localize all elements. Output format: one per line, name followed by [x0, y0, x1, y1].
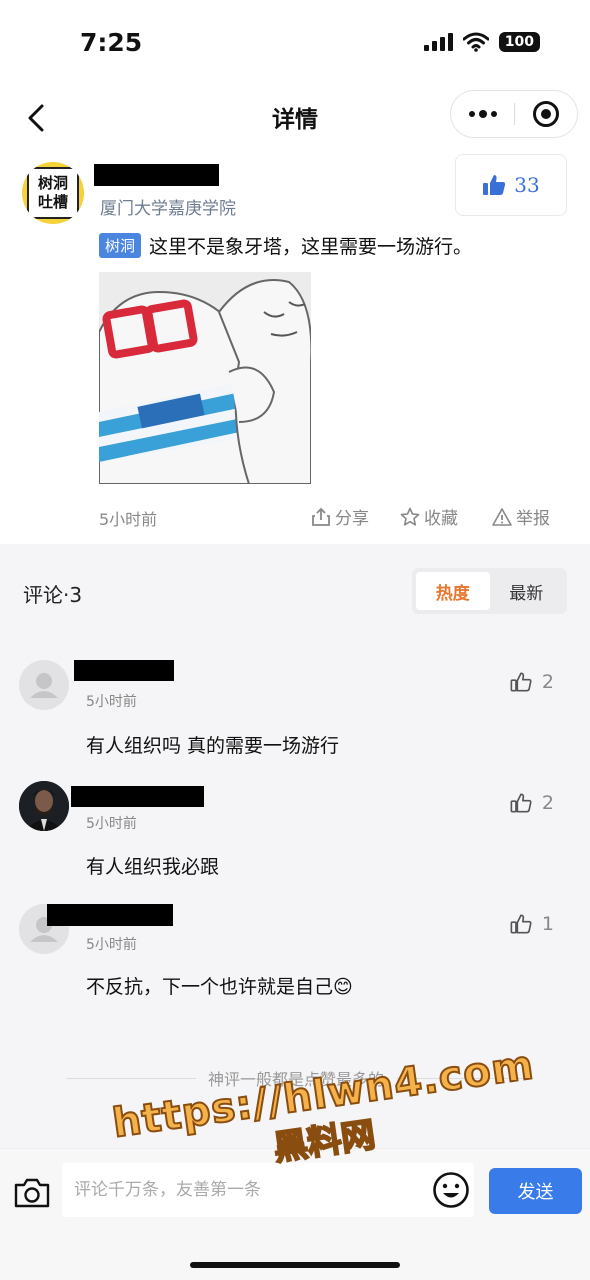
share-icon: [312, 507, 330, 526]
comment-avatar[interactable]: [19, 781, 69, 831]
comment-item: 5小时前 不反抗，下一个也许就是自己😊 1: [0, 898, 590, 1018]
favorite-button[interactable]: 收藏: [400, 504, 458, 529]
redacted-username: [47, 904, 173, 926]
sort-toggle: 热度 最新: [412, 568, 567, 614]
camera-icon[interactable]: [13, 1177, 51, 1209]
comment-like-count: 2: [541, 792, 554, 814]
comments-tip: 神评一般都是点赞最多的: [66, 1066, 527, 1090]
more-options-icon[interactable]: [451, 90, 514, 138]
status-icons: 100: [423, 32, 540, 52]
tip-line-right: [396, 1077, 527, 1079]
signal-icon: [423, 33, 453, 51]
post-image[interactable]: [99, 272, 311, 484]
post-card: 树洞 吐槽 厦门大学嘉庚学院 33 树洞 这里不是象牙塔，这里需要一场游行。 5…: [0, 148, 590, 544]
nav-bar: 详情: [0, 90, 590, 148]
comments-header: 评论·3 热度 最新: [0, 544, 590, 634]
comment-like-button[interactable]: 2: [510, 671, 554, 693]
comment-text: 不反抗，下一个也许就是自己😊: [86, 976, 353, 998]
comment-like-button[interactable]: 2: [510, 792, 554, 814]
avatar-text-2: 吐槽: [37, 193, 68, 211]
redacted-username: [74, 660, 174, 681]
report-label: 举报: [516, 509, 550, 529]
sort-tab-latest[interactable]: 最新: [490, 572, 564, 610]
thumbs-up-outline-icon: [510, 793, 532, 813]
favorite-label: 收藏: [424, 509, 458, 529]
comment-text: 有人组织吗 真的需要一场游行: [86, 735, 340, 757]
battery-indicator: 100: [498, 32, 540, 52]
comment-text: 有人组织我必跟: [86, 856, 220, 878]
comment-item: 5小时前 有人组织我必跟 2: [0, 777, 590, 897]
star-icon: [400, 507, 420, 526]
watermark-url: https://hlwn4.com: [109, 1041, 538, 1148]
comment-time: 5小时前: [86, 694, 137, 710]
post-like-count: 33: [514, 173, 540, 197]
status-bar: 7:25 100: [0, 0, 590, 90]
send-button[interactable]: 发送: [489, 1168, 582, 1214]
thumbs-up-outline-icon: [510, 672, 532, 692]
comment-input[interactable]: [62, 1163, 474, 1217]
redacted-username: [94, 164, 219, 186]
redacted-username: [71, 786, 204, 807]
home-indicator: [190, 1262, 400, 1268]
avatar-text-1: 树洞: [37, 174, 68, 192]
meme-image: [99, 272, 311, 484]
comment-like-button[interactable]: 1: [510, 913, 554, 935]
comment-item: 5小时前 有人组织吗 真的需要一场游行 2: [0, 656, 590, 776]
report-button[interactable]: 举报: [492, 504, 550, 529]
comment-time: 5小时前: [86, 816, 137, 832]
comment-input-bar: 发送: [0, 1148, 590, 1280]
share-button[interactable]: 分享: [311, 504, 369, 529]
user-photo-avatar: [19, 781, 69, 831]
comment-like-count: 2: [541, 671, 554, 693]
wifi-icon: [462, 32, 489, 52]
post-avatar[interactable]: 树洞 吐槽: [22, 162, 84, 224]
emoji-icon[interactable]: [432, 1171, 470, 1209]
post-content: 树洞 这里不是象牙塔，这里需要一场游行。: [99, 232, 472, 259]
post-tag[interactable]: 树洞: [99, 233, 142, 258]
warning-icon: [492, 507, 512, 526]
comment-like-count: 1: [541, 913, 554, 935]
comment-time: 5小时前: [86, 937, 137, 953]
post-text: 这里不是象牙塔，这里需要一场游行。: [149, 236, 473, 258]
mini-program-capsule: [450, 90, 578, 138]
post-school: 厦门大学嘉庚学院: [100, 199, 236, 219]
thumbs-up-icon: [483, 175, 506, 195]
share-label: 分享: [335, 509, 369, 529]
tip-line-left: [66, 1077, 196, 1079]
status-time: 7:25: [80, 28, 143, 57]
thumbs-up-outline-icon: [510, 914, 532, 934]
post-time: 5小时前: [99, 510, 158, 529]
sort-tab-hot[interactable]: 热度: [416, 572, 490, 610]
close-miniprogram-icon[interactable]: [515, 90, 577, 138]
post-like-button[interactable]: 33: [455, 154, 567, 216]
default-user-icon: [30, 673, 58, 698]
comment-avatar[interactable]: [19, 660, 69, 710]
tip-text: 神评一般都是点赞最多的: [208, 1070, 385, 1089]
comments-title: 评论·3: [23, 583, 83, 607]
